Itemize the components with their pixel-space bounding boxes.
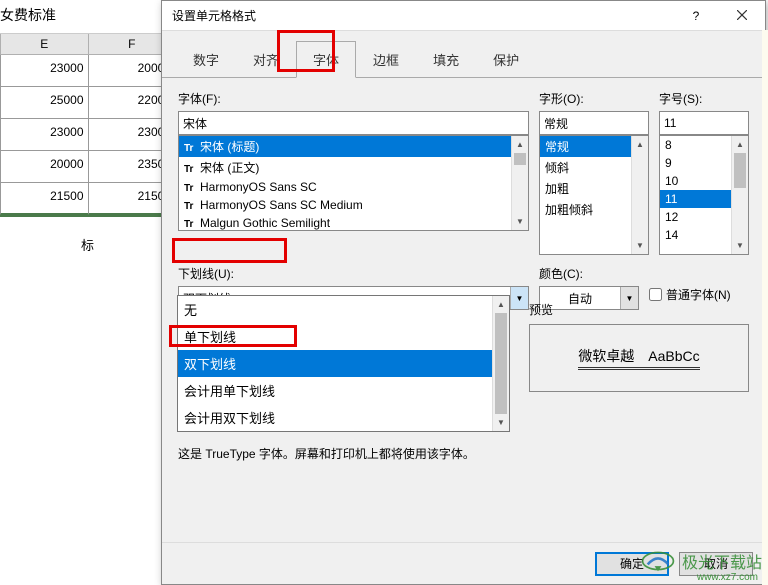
column-headers-row: E F <box>0 34 175 55</box>
style-listbox[interactable]: 常规 倾斜 加粗 加粗倾斜 ▲ ▼ <box>539 135 649 255</box>
table-row: 2300020000 <box>0 55 175 87</box>
underline-label: 下划线(U): <box>178 265 529 282</box>
preview-label: 预览 <box>529 301 749 318</box>
scrollbar[interactable]: ▲ ▼ <box>492 296 509 431</box>
table-row: 2300023000 <box>0 119 175 151</box>
truetype-icon: Tr <box>184 183 198 194</box>
size-label: 字号(S): <box>659 90 749 107</box>
list-item[interactable]: 双下划线 <box>178 350 509 377</box>
cell[interactable]: 21500 <box>0 183 88 215</box>
style-label: 字形(O): <box>539 90 649 107</box>
scroll-down-icon[interactable]: ▼ <box>512 213 528 230</box>
scroll-thumb[interactable] <box>495 313 507 414</box>
cell[interactable]: 25000 <box>0 87 88 119</box>
scrollbar[interactable]: ▲ ▼ <box>511 136 528 230</box>
list-item: Tr宋体 (正文) <box>179 157 528 178</box>
tab-fill[interactable]: 填充 <box>416 41 476 78</box>
scroll-up-icon[interactable]: ▲ <box>732 136 748 153</box>
logo-icon <box>640 549 676 573</box>
tabs-bar: 数字 对齐 字体 边框 填充 保护 <box>162 31 765 78</box>
titlebar: 设置单元格格式 ? <box>162 1 765 31</box>
style-input[interactable] <box>539 111 649 135</box>
list-item[interactable]: 单下划线 <box>178 323 509 350</box>
help-button[interactable]: ? <box>673 1 719 31</box>
cell[interactable]: 23000 <box>0 119 88 151</box>
format-cells-dialog: 设置单元格格式 ? 数字 对齐 字体 边框 填充 保护 字体(F): Tr宋体 … <box>161 0 766 585</box>
preview-text: 微软卓越 AaBbCc <box>578 346 699 370</box>
scrollbar[interactable]: ▲ ▼ <box>631 136 648 254</box>
list-item[interactable]: 无 <box>178 296 509 323</box>
tab-border[interactable]: 边框 <box>356 41 416 78</box>
scroll-up-icon[interactable]: ▲ <box>512 136 528 153</box>
size-input[interactable] <box>659 111 749 135</box>
footer-cell[interactable]: 标 <box>0 217 175 272</box>
font-label: 字体(F): <box>178 90 529 107</box>
column-header[interactable]: E <box>0 34 88 54</box>
list-item[interactable]: 会计用双下划线 <box>178 404 509 431</box>
list-item: TrHarmonyOS Sans SC Medium <box>179 196 528 214</box>
dialog-title: 设置单元格格式 <box>172 7 673 24</box>
table-row: 2000023500 <box>0 151 175 183</box>
right-panel-edge <box>762 30 768 585</box>
watermark-url: www.xz7.com <box>697 572 758 583</box>
list-item: TrMalgun Gothic Semilight <box>179 214 528 230</box>
truetype-icon: Tr <box>184 219 198 230</box>
table-row: 2150021500 <box>0 183 175 215</box>
scroll-up-icon[interactable]: ▲ <box>493 296 509 313</box>
cell[interactable]: 23000 <box>0 55 88 87</box>
scroll-thumb[interactable] <box>514 153 526 165</box>
scroll-down-icon[interactable]: ▼ <box>732 237 748 254</box>
grid-body: 2300020000 2500022000 2300023000 2000023… <box>0 55 175 217</box>
tab-font[interactable]: 字体 <box>296 41 356 78</box>
list-item: Tr宋体 (标题) <box>179 136 528 157</box>
sheet-title: 女费标准 <box>0 0 175 34</box>
preview-section: 预览 微软卓越 AaBbCc <box>529 301 749 392</box>
close-button[interactable] <box>719 1 765 31</box>
scroll-down-icon[interactable]: ▼ <box>632 237 648 254</box>
scrollbar[interactable]: ▲ ▼ <box>731 136 748 254</box>
font-listbox[interactable]: Tr宋体 (标题) Tr宋体 (正文) TrHarmonyOS Sans SC … <box>178 135 529 231</box>
font-description: 这是 TrueType 字体。屏幕和打印机上都将使用该字体。 <box>178 445 475 462</box>
table-row: 2500022000 <box>0 87 175 119</box>
tab-number[interactable]: 数字 <box>176 41 236 78</box>
watermark-text: 极光下载站 <box>682 549 762 573</box>
list-item: TrHarmonyOS Sans SC <box>179 178 528 196</box>
watermark: 极光下载站 <box>640 549 762 573</box>
truetype-icon: Tr <box>184 201 198 212</box>
truetype-icon: Tr <box>184 164 198 175</box>
truetype-icon: Tr <box>184 143 198 154</box>
spreadsheet-background: 女费标准 E F 2300020000 2500022000 230002300… <box>0 0 175 272</box>
font-input[interactable] <box>178 111 529 135</box>
preview-box: 微软卓越 AaBbCc <box>529 324 749 392</box>
cell[interactable]: 20000 <box>0 151 88 183</box>
color-label: 颜色(C): <box>539 265 639 282</box>
list-item[interactable]: 会计用单下划线 <box>178 377 509 404</box>
chevron-down-icon[interactable]: ▼ <box>510 287 528 309</box>
tab-protection[interactable]: 保护 <box>476 41 536 78</box>
scroll-down-icon[interactable]: ▼ <box>493 414 509 431</box>
size-listbox[interactable]: 8 9 10 11 12 14 ▲ ▼ <box>659 135 749 255</box>
tab-alignment[interactable]: 对齐 <box>236 41 296 78</box>
close-icon <box>737 9 747 23</box>
underline-dropdown[interactable]: 无 单下划线 双下划线 会计用单下划线 会计用双下划线 ▲ ▼ <box>177 295 510 432</box>
scroll-up-icon[interactable]: ▲ <box>632 136 648 153</box>
scroll-thumb[interactable] <box>734 153 746 188</box>
